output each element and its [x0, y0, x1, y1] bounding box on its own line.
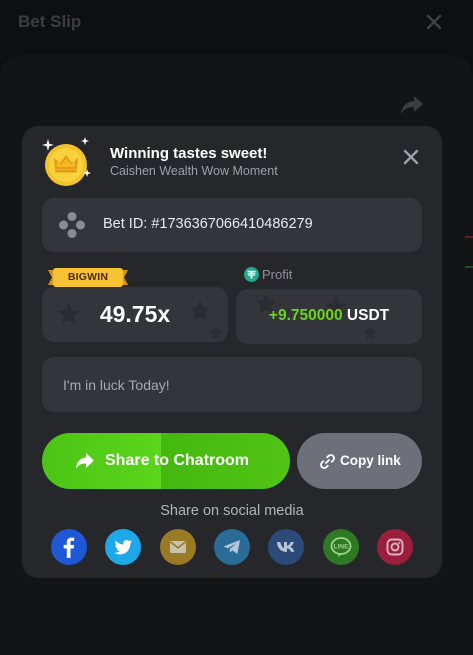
bet-id: Bet ID: #1736367066410486279: [103, 216, 313, 232]
close-icon[interactable]: [402, 148, 420, 166]
profit-label: Profit: [262, 267, 293, 282]
background-marker: [465, 266, 473, 268]
vk-icon[interactable]: [268, 529, 304, 565]
tether-icon: [244, 267, 259, 282]
background-marker: [465, 236, 473, 238]
bet-id-card: Bet ID: #1736367066410486279: [42, 198, 422, 252]
modal-title: Winning tastes sweet!: [110, 145, 268, 162]
bet-slip-header: Bet Slip: [0, 0, 473, 48]
game-icon: [59, 212, 85, 238]
profit-amount: +9.750000: [268, 307, 343, 324]
multiplier-value: 49.75x: [99, 301, 171, 327]
bigwin-label: BIGWIN: [67, 271, 109, 283]
modal-subtitle: Caishen Wealth Wow Moment: [110, 164, 278, 178]
close-icon[interactable]: [424, 12, 444, 32]
share-message-input[interactable]: [42, 357, 422, 412]
profit-card: +9.750000 USDT: [236, 289, 422, 344]
instagram-icon[interactable]: [377, 529, 413, 565]
svg-text:LINE: LINE: [334, 544, 349, 551]
share-to-chatroom-label: Share to Chatroom: [105, 452, 250, 469]
bet-slip-title: Bet Slip: [18, 12, 82, 31]
copy-link-label: Copy link: [340, 453, 401, 468]
share-arrow-icon: [76, 453, 94, 469]
line-icon[interactable]: LINE: [323, 529, 359, 565]
profit-value: +9.750000 USDT: [236, 307, 422, 325]
email-icon[interactable]: [160, 529, 196, 565]
share-icon[interactable]: [400, 94, 424, 116]
multiplier-card: 49.75x: [42, 287, 228, 342]
link-icon: [320, 454, 335, 469]
telegram-icon[interactable]: [214, 529, 250, 565]
facebook-icon[interactable]: [51, 529, 87, 565]
share-bet-modal: Winning tastes sweet! Caishen Wealth Wow…: [22, 126, 442, 578]
crown-coin-icon: [42, 137, 91, 186]
twitter-icon[interactable]: [105, 529, 141, 565]
share-to-chatroom-button[interactable]: Share to Chatroom: [42, 433, 290, 489]
profit-currency: USDT: [346, 307, 390, 324]
copy-link-button[interactable]: Copy link: [297, 433, 422, 489]
social-share-title: Share on social media: [160, 503, 304, 519]
bigwin-badge: BIGWIN: [48, 268, 128, 287]
